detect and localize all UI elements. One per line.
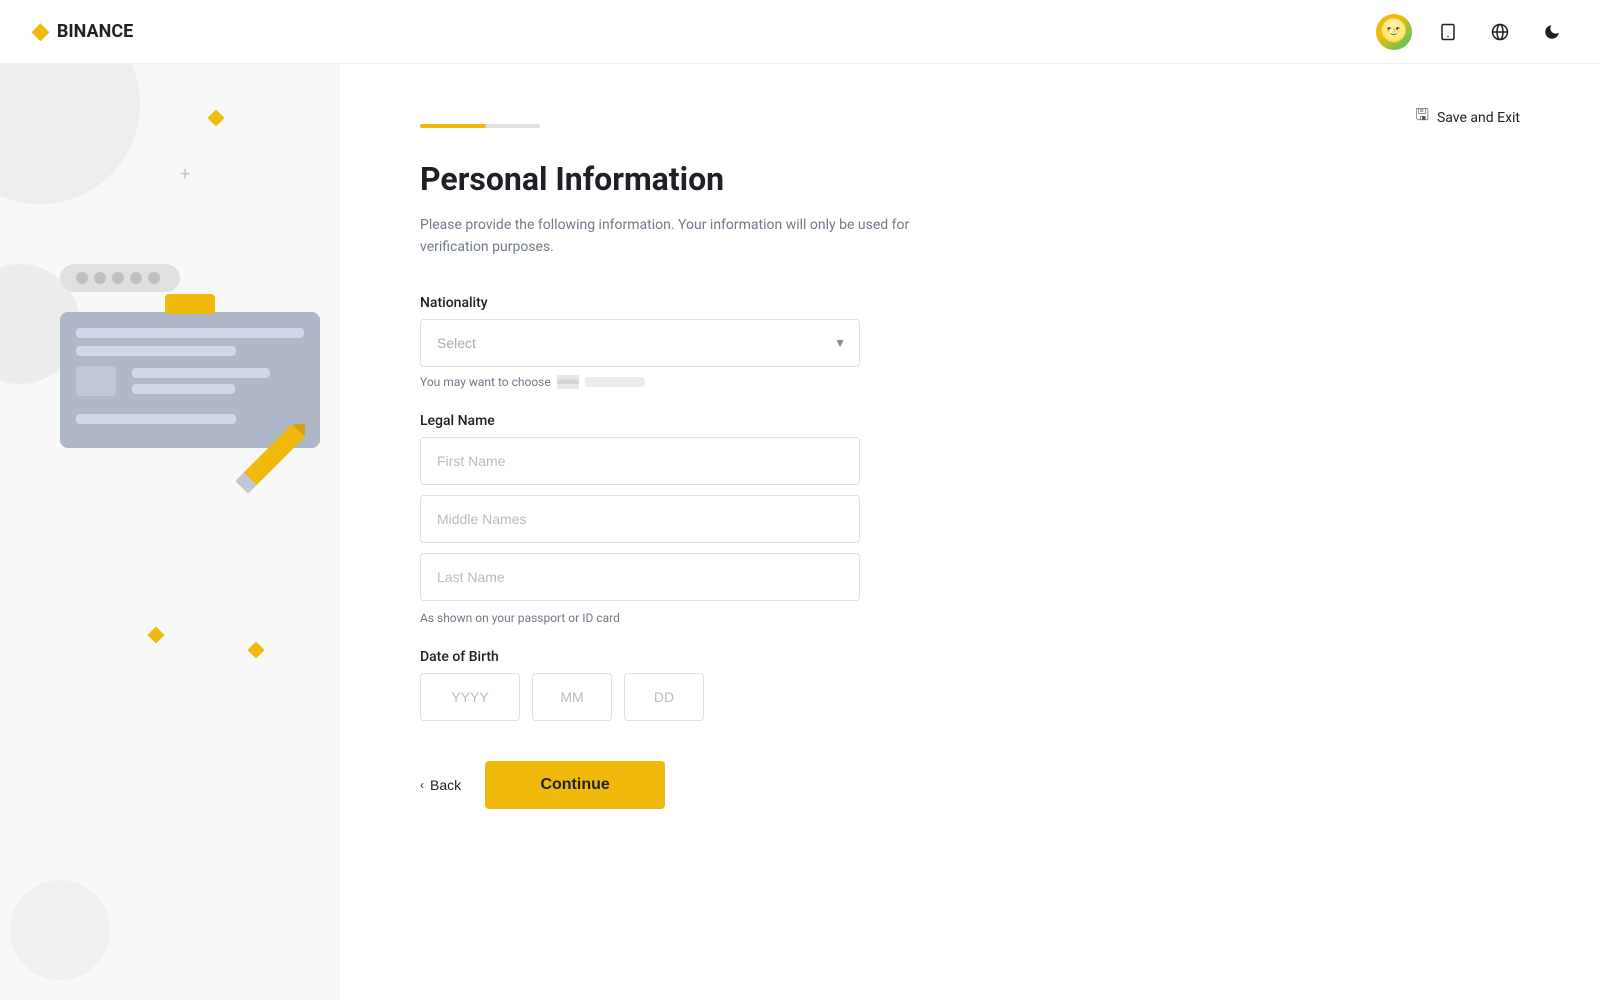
button-row: ‹ Back Continue — [420, 761, 1520, 809]
hint-text-label: You may want to choose — [420, 375, 551, 389]
dot-4 — [130, 272, 142, 284]
continue-label: Continue — [540, 776, 609, 793]
page-title: Personal Information — [420, 160, 1520, 198]
nationality-hint: You may want to choose — [420, 375, 1520, 389]
deco-diamond-2 — [248, 642, 265, 659]
legal-name-group: Legal Name As shown on your passport or … — [420, 413, 1520, 625]
save-exit-icon: 🖫 — [1415, 104, 1429, 131]
clipboard-line-4 — [132, 384, 235, 394]
header: ◆ BINANCE 🌝 — [0, 0, 1600, 64]
save-exit-button[interactable]: 🖫 Save and Exit — [1415, 104, 1520, 131]
clipboard-clip — [165, 294, 215, 314]
tablet-icon[interactable] — [1432, 16, 1464, 48]
back-button[interactable]: ‹ Back — [420, 777, 461, 793]
dark-mode-icon[interactable] — [1536, 16, 1568, 48]
dob-month-input[interactable] — [532, 673, 612, 721]
dots-bar — [60, 264, 180, 292]
deco-diamond-1 — [208, 110, 225, 127]
dob-row — [420, 673, 1520, 721]
nationality-group: Nationality Select ▼ You may want to cho… — [420, 295, 1520, 389]
clipboard-body — [60, 312, 320, 448]
nationality-select[interactable]: Select — [420, 319, 860, 367]
last-name-input[interactable] — [420, 553, 860, 601]
logo-text: BINANCE — [57, 21, 133, 42]
back-label: Back — [430, 777, 461, 793]
logo[interactable]: ◆ BINANCE — [32, 19, 133, 44]
save-exit-label: Save and Exit — [1437, 110, 1520, 126]
blurred-text — [585, 377, 645, 387]
dot-2 — [94, 272, 106, 284]
nationality-select-wrapper: Select ▼ — [420, 319, 860, 367]
avatar-image: 🌝 — [1380, 21, 1407, 43]
progress-bar-fill — [420, 124, 486, 128]
header-actions: 🌝 — [1376, 14, 1568, 50]
legal-name-label: Legal Name — [420, 413, 1520, 429]
dob-label: Date of Birth — [420, 649, 1520, 665]
pencil-eraser — [235, 472, 256, 493]
dot-3 — [112, 272, 124, 284]
main-content: 🖫 Save and Exit Personal Information Ple… — [340, 64, 1600, 1000]
layout: + — [0, 0, 1600, 1000]
page-subtitle: Please provide the following information… — [420, 214, 920, 259]
clipboard-line-5 — [76, 414, 236, 424]
illustration — [60, 264, 320, 448]
sidebar: + — [0, 64, 340, 1000]
globe-icon[interactable] — [1484, 16, 1516, 48]
clipboard-box — [76, 366, 116, 396]
progress-bar — [420, 124, 540, 128]
middle-name-input[interactable] — [420, 495, 860, 543]
dot-1 — [76, 272, 88, 284]
avatar[interactable]: 🌝 — [1376, 14, 1412, 50]
dob-year-input[interactable] — [420, 673, 520, 721]
first-name-input[interactable] — [420, 437, 860, 485]
deco-circle-bl — [10, 880, 110, 980]
binance-logo-icon: ◆ — [32, 19, 49, 44]
dob-group: Date of Birth — [420, 649, 1520, 721]
continue-button[interactable]: Continue — [485, 761, 665, 809]
nationality-label: Nationality — [420, 295, 1520, 311]
deco-plus-1: + — [180, 164, 190, 185]
clipboard-line-2 — [76, 346, 236, 356]
dot-5 — [148, 272, 160, 284]
legal-name-hint: As shown on your passport or ID card — [420, 611, 1520, 625]
deco-diamond-3 — [148, 627, 165, 644]
clipboard-line-3 — [132, 368, 270, 378]
clipboard-line-1 — [76, 328, 304, 338]
flag-icon — [557, 375, 579, 389]
dob-day-input[interactable] — [624, 673, 704, 721]
back-chevron-icon: ‹ — [420, 778, 424, 792]
deco-circle-tl — [0, 64, 140, 204]
